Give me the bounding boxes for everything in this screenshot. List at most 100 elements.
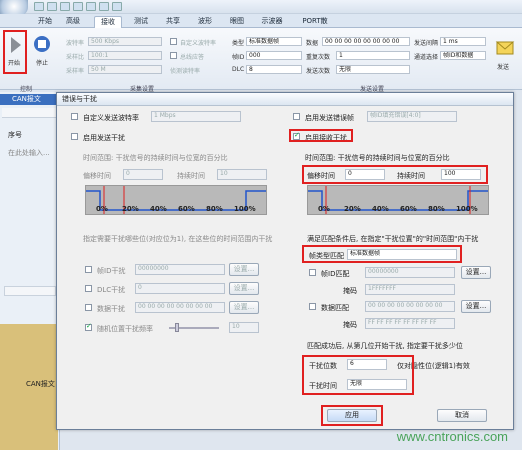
custom-send-baud-checkbox[interactable] [71,113,78,120]
ribbon-tabs: 开始 高级 接收 测试 共享 波形 眼图 示波器 PORT散 [0,14,522,28]
enable-send-interference-checkbox[interactable] [71,133,78,140]
enable-recv-interference-label: 启用接收干扰 [305,134,347,142]
open-icon[interactable] [47,2,57,11]
dlc-interference-set-button[interactable]: 设置... [229,282,259,295]
data-interference-checkbox[interactable] [85,304,92,311]
recv-timeline: 0% 20% 40% 60% 80% 100% [307,185,489,215]
stop-icon [34,36,50,52]
dlc-interference-checkbox[interactable] [85,285,92,292]
tab-test[interactable]: 测试 [130,16,152,28]
recv-offset-label: 偏移时间 [307,172,335,180]
interference-time-label: 干扰时间 [309,382,337,390]
id-match-field[interactable]: 00000000 [365,267,455,278]
apply-button[interactable]: 应用 [327,409,377,422]
recv-match-desc: 满足匹配条件后, 在指定"干扰位置"的"时间范围"内干扰 [307,235,479,243]
settings-icon[interactable] [112,2,122,11]
recv-range-text: 时间范围: 干扰信号的持续时间与位宽的百分比 [305,154,450,162]
data-mask-field[interactable]: FF FF FF FF FF FF FF FF [365,318,455,329]
error-frame-select[interactable]: 帧ID填充错误[4:0] [367,111,457,122]
sample-label: 采样比 [66,54,85,61]
send-baud-select[interactable]: 1 Mbps [151,111,241,122]
data-interference-set-button[interactable]: 设置... [229,301,259,314]
left-panel: CAN报文 序号 在此处输入... CAN报文 [0,92,60,450]
id-interference-field[interactable]: 00000000 [135,264,225,275]
bus-reply-checkbox[interactable] [170,52,177,59]
tab-waveform[interactable]: 波形 [194,16,216,28]
dialog-title: 错误与干扰 [57,93,513,106]
tab-eye[interactable]: 眼图 [226,16,248,28]
id-match-set-button[interactable]: 设置... [461,266,491,279]
type-select[interactable]: 标准数据帧 [246,37,302,46]
stop-button[interactable]: 停止 [32,34,52,74]
send-duration-label: 持续时间 [177,172,205,180]
recv-duration-field[interactable]: 100 [441,169,481,180]
interference-bits-desc: 匹配成功后, 从第几位开始干扰, 指定要干扰多少位 [307,342,463,350]
tab-receive[interactable]: 接收 [94,16,122,28]
send-pct-80: 80% [206,205,223,213]
bus-reply-label: 总线应答 [180,54,205,61]
send-duration-field[interactable]: 10 [217,169,267,180]
data-match-field[interactable]: 00 00 00 00 00 00 00 00 [365,301,455,312]
random-interference-checkbox[interactable] [85,322,92,331]
recv-pct-0: 0% [318,205,330,213]
id-match-checkbox[interactable] [309,269,316,276]
zoom-toolbar [4,286,56,296]
tab-scope[interactable]: 示波器 [258,16,286,28]
rate-select[interactable]: 50 M [88,65,162,74]
tab-share[interactable]: 共享 [162,16,184,28]
slider-thumb[interactable] [175,323,179,332]
send-count-select[interactable]: 无限 [336,65,410,74]
interference-time-select[interactable]: 无限 [347,379,407,390]
id-interference-label: 帧ID干扰 [97,267,126,275]
filter-input[interactable]: 在此处输入... [8,148,50,158]
send-offset-field[interactable]: 0 [123,169,163,180]
type-label: 类型 [232,40,245,47]
id-field[interactable]: 000 [246,51,302,60]
tab-start[interactable]: 开始 [34,16,56,28]
frame-type-select[interactable]: 标准数据帧 [347,249,457,260]
cancel-button[interactable]: 取消 [437,409,487,422]
play-icon [11,37,21,53]
enable-error-frame-label: 启用发送错误帧 [305,114,354,122]
data-field[interactable]: 00 00 00 00 00 00 00 00 [322,37,410,46]
print-icon[interactable] [86,2,96,11]
data-mask-label: 掩码 [343,321,357,329]
left-panel-tab[interactable]: CAN报文 [0,94,58,105]
recv-offset-field[interactable]: 0 [345,169,385,180]
send-offset-label: 偏移时间 [83,172,111,180]
dlc-field[interactable]: 8 [246,65,302,74]
undo-icon[interactable] [60,2,70,11]
enable-error-frame-checkbox[interactable] [293,113,300,120]
recv-pct-100: 100% [456,205,478,213]
tab-port[interactable]: PORT散 [298,16,332,28]
send-button[interactable]: 发送 [494,38,518,74]
start-button[interactable]: 开始 [6,34,24,74]
recv-pct-20: 20% [344,205,361,213]
id-interference-checkbox[interactable] [85,266,92,273]
export-icon[interactable] [99,2,109,11]
save-icon[interactable] [34,2,44,11]
enable-recv-interference-checkbox[interactable] [293,131,300,140]
baud-select[interactable]: 500 Kbps [88,37,162,46]
custom-baud-checkbox[interactable] [170,38,177,45]
sample-select[interactable]: 100:1 [88,51,162,60]
random-interference-label: 随机位置干扰频率 [97,325,153,333]
random-frequency-field[interactable]: 10 [229,322,259,333]
data-match-checkbox[interactable] [309,303,316,310]
id-interference-set-button[interactable]: 设置... [229,263,259,276]
interference-bits-field[interactable]: 6 [347,359,387,370]
send-range-text: 时间范围: 干扰信号的持续时间与位宽的百分比 [83,154,228,162]
dlc-interference-field[interactable]: 0 [135,283,225,294]
dlc-label: DLC [232,66,245,73]
interval-field[interactable]: 1 ms [440,37,486,46]
send-pct-0: 0% [96,205,108,213]
channel-select[interactable]: 帧ID和数据 [440,51,486,60]
repeat-field[interactable]: 1 [336,51,410,60]
interference-bits-note: 仅对隐性位(逻辑1)有效 [397,362,470,370]
data-match-set-button[interactable]: 设置... [461,300,491,313]
tab-advanced[interactable]: 高级 [62,16,84,28]
data-interference-field[interactable]: 00 00 00 00 00 00 00 00 [135,302,225,313]
channel-label: 通道选择 [414,54,439,61]
redo-icon[interactable] [73,2,83,11]
id-mask-field[interactable]: 1FFFFFFF [365,284,455,295]
